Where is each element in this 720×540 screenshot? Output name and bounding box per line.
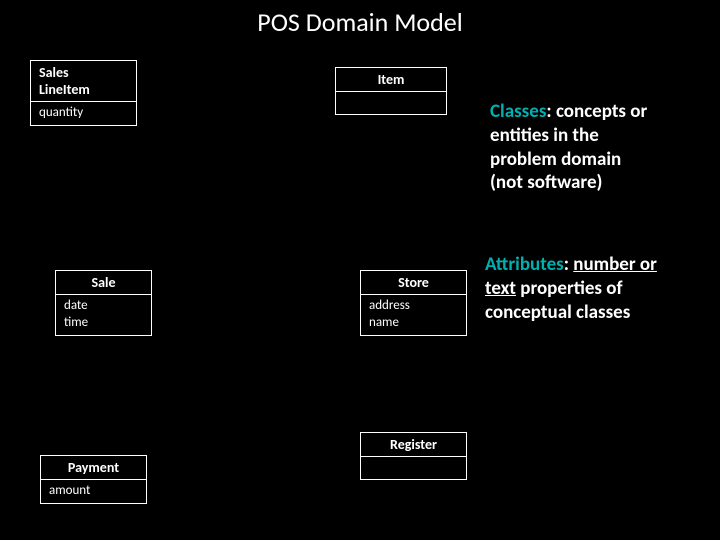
class-name: Register xyxy=(361,433,466,457)
note-attributes-label: Attributes xyxy=(485,253,564,276)
note-classes-label: Classes xyxy=(490,100,546,123)
class-item: Item xyxy=(335,67,447,115)
class-name: Item xyxy=(336,68,446,92)
note-classes: Classes: concepts or entities in the pro… xyxy=(490,100,700,195)
note-attributes: Attributes: number or text properties of… xyxy=(485,253,710,324)
class-name: Payment xyxy=(41,456,146,480)
class-attrs: quantity xyxy=(31,102,136,125)
class-attrs xyxy=(336,92,446,114)
class-payment: Payment amount xyxy=(40,455,147,504)
class-attrs: date time xyxy=(56,295,151,335)
class-sale: Sale date time xyxy=(55,270,152,336)
note-attr-t1: : xyxy=(564,253,574,276)
class-attrs xyxy=(361,457,466,479)
class-name: Sale xyxy=(56,271,151,295)
class-attrs: amount xyxy=(41,480,146,503)
class-register: Register xyxy=(360,432,467,480)
class-sales-line-item: Sales LineItem quantity xyxy=(30,60,137,126)
class-store: Store address name xyxy=(360,270,467,336)
page-title: POS Domain Model xyxy=(0,6,720,38)
class-attrs: address name xyxy=(361,295,466,335)
class-name: Sales LineItem xyxy=(31,61,136,102)
class-name: Store xyxy=(361,271,466,295)
